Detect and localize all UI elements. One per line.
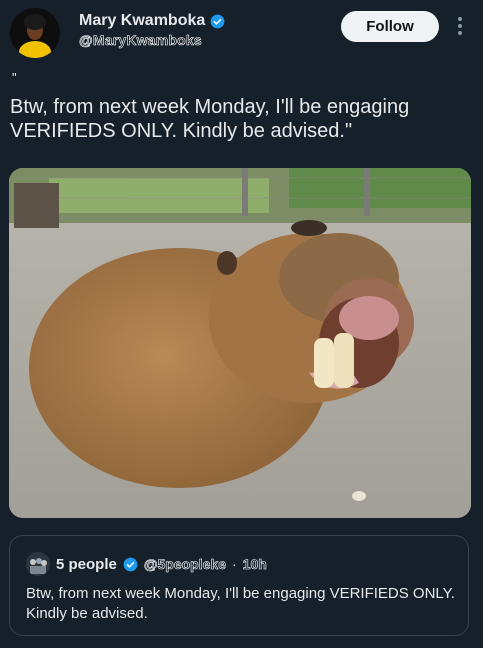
quoted-author-handle: @5peopleke xyxy=(143,556,227,573)
author-avatar[interactable] xyxy=(10,8,60,58)
quoted-avatar xyxy=(26,552,50,576)
quoted-timestamp: 10h xyxy=(242,556,267,573)
author-handle[interactable]: @MaryKwamboks xyxy=(79,32,225,49)
post-media-image[interactable] xyxy=(9,168,471,518)
post-quote-mark: " xyxy=(12,70,17,85)
verified-badge-icon xyxy=(123,557,138,571)
post-text: Btw, from next week Monday, I'll be enga… xyxy=(10,96,410,142)
verified-badge-icon xyxy=(210,14,225,28)
follow-button[interactable]: Follow xyxy=(341,11,439,42)
quoted-separator: · xyxy=(232,556,237,572)
quoted-author-name: 5 people xyxy=(56,555,117,573)
quoted-post-card[interactable]: 5 people @5peopleke · 10h Btw, from next… xyxy=(9,535,469,636)
author-info: Mary Kwamboka @MaryKwamboks xyxy=(79,12,225,48)
quoted-post-text: Btw, from next week Monday, I'll be enga… xyxy=(26,585,455,622)
more-options-icon[interactable] xyxy=(456,16,464,36)
author-name[interactable]: Mary Kwamboka xyxy=(79,12,205,30)
